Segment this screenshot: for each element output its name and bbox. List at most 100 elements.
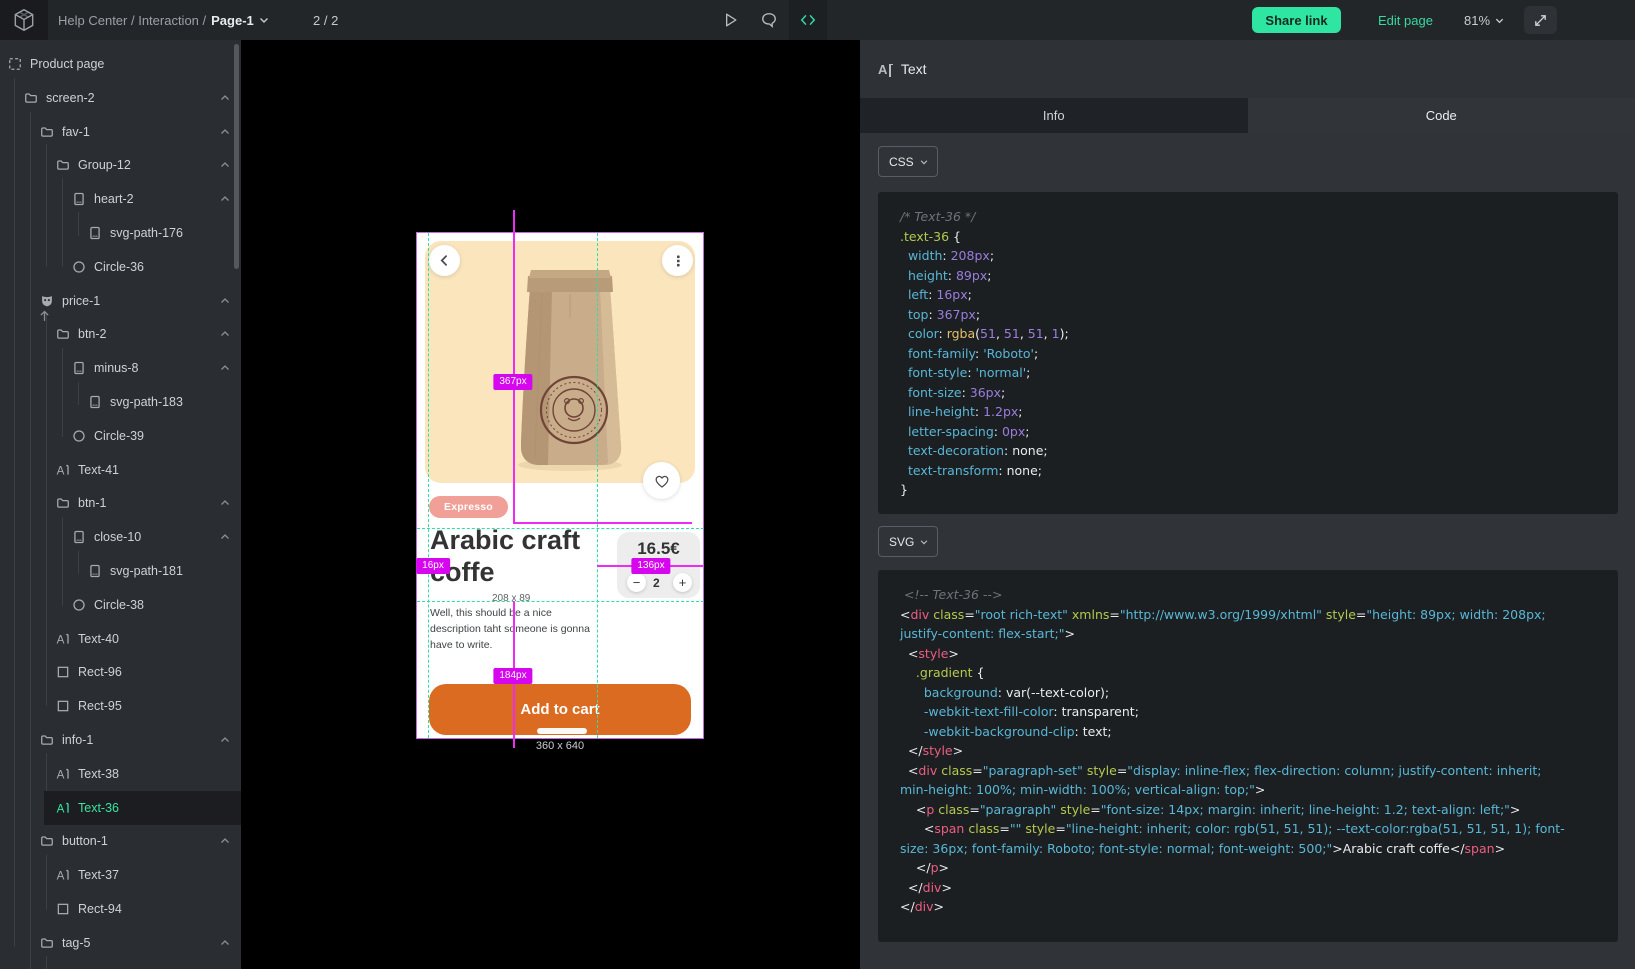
collapse-chevron-icon[interactable]: [219, 497, 231, 512]
teal-guide-horizontal-bottom: [417, 601, 704, 602]
layer-item-heart-2[interactable]: heart-2: [0, 185, 241, 213]
phone-frame[interactable]: Expresso Arabic craft coffe 208 x 89 Wel…: [417, 233, 703, 738]
text-icon: A: [56, 463, 70, 477]
share-link-button[interactable]: Share link: [1252, 7, 1341, 33]
layer-item-circle-36[interactable]: Circle-36: [0, 253, 241, 281]
layer-label: svg-path-181: [110, 564, 183, 578]
chevron-down-icon: [258, 14, 270, 26]
square-icon: [56, 699, 70, 713]
layer-item-circle-38[interactable]: Circle-38: [0, 591, 241, 619]
square-icon: [56, 902, 70, 916]
chevron-left-icon: [438, 254, 451, 267]
layer-label: Group-12: [78, 158, 131, 172]
svgfile-icon: [88, 226, 102, 240]
selected-row-highlight: [44, 791, 241, 825]
sidebar-scrollbar[interactable]: [234, 44, 239, 269]
layer-item-minus-8[interactable]: minus-8: [0, 354, 241, 382]
code-line: </style>: [900, 741, 1596, 761]
magenta-guide-vertical-upper: [513, 210, 515, 523]
layer-item-svg-path-176[interactable]: svg-path-176: [0, 219, 241, 247]
svg-format-dropdown[interactable]: SVG: [878, 526, 938, 557]
layer-label: svg-path-176: [110, 226, 183, 240]
collapse-chevron-icon[interactable]: [219, 193, 231, 208]
layer-label: Text-38: [78, 767, 119, 781]
code-mode-button[interactable]: [789, 0, 827, 40]
collapse-chevron-icon[interactable]: [219, 734, 231, 749]
comments-button[interactable]: [750, 0, 788, 40]
layer-item-svg-path-181[interactable]: svg-path-181: [0, 557, 241, 585]
favorite-button[interactable]: [643, 462, 680, 499]
collapse-chevron-icon[interactable]: [219, 126, 231, 141]
collapse-chevron-icon[interactable]: [219, 937, 231, 952]
collapse-chevron-icon[interactable]: [219, 835, 231, 850]
layer-item-btn-2[interactable]: btn-2: [0, 320, 241, 348]
mask-icon: [40, 294, 54, 308]
tab-info[interactable]: Info: [860, 98, 1248, 133]
svgfile-icon: [72, 361, 86, 375]
code-line: <!-- Text-36 -->: [900, 585, 1596, 605]
breadcrumb-page-name: Page-1: [211, 13, 254, 28]
folder-icon: [56, 327, 70, 341]
collapse-chevron-icon[interactable]: [219, 92, 231, 107]
play-button[interactable]: [711, 0, 749, 40]
code-line: </div>: [900, 878, 1596, 898]
text-icon: A: [56, 632, 70, 646]
kebab-menu-icon: [672, 254, 684, 268]
code-line: </p>: [900, 858, 1596, 878]
layer-label: Product page: [30, 57, 104, 71]
folder-icon: [40, 125, 54, 139]
quantity-decrease-button[interactable]: −: [627, 573, 646, 592]
layer-label: Rect-96: [78, 665, 122, 679]
layer-item-btn-1[interactable]: btn-1: [0, 489, 241, 517]
app-logo[interactable]: [0, 0, 48, 40]
layer-item-svg-path-183[interactable]: svg-path-183: [0, 388, 241, 416]
edit-page-link[interactable]: Edit page: [1378, 0, 1433, 40]
zoom-level-value: 81%: [1464, 13, 1490, 28]
layer-item-price-1[interactable]: price-1: [0, 287, 241, 315]
quantity-increase-button[interactable]: +: [673, 573, 692, 592]
css-code-block[interactable]: /* Text-36 */.text-36 { width: 208px; he…: [878, 192, 1618, 514]
collapse-chevron-icon[interactable]: [219, 531, 231, 546]
home-indicator: [537, 728, 587, 734]
svg-code-block[interactable]: <!-- Text-36 --><div class="root rich-te…: [878, 570, 1618, 942]
layer-item-text-40[interactable]: AText-40: [0, 625, 241, 653]
layer-item-product page[interactable]: Product page: [0, 50, 241, 78]
layer-item-text-37[interactable]: AText-37: [0, 861, 241, 889]
zoom-level-control[interactable]: 81%: [1464, 0, 1505, 40]
layer-item-button-1[interactable]: button-1: [0, 827, 241, 855]
tab-code[interactable]: Code: [1248, 98, 1635, 133]
layer-item-group-12[interactable]: Group-12: [0, 151, 241, 179]
layer-item-text-41[interactable]: AText-41: [0, 456, 241, 484]
layer-item-rect-96[interactable]: Rect-96: [0, 658, 241, 686]
text-icon: A: [56, 868, 70, 882]
layer-item-text-38[interactable]: AText-38: [0, 760, 241, 788]
layer-item-text-36[interactable]: AText-36: [0, 794, 241, 822]
layer-item-tag-5[interactable]: tag-5: [0, 929, 241, 957]
fullscreen-button[interactable]: [1524, 6, 1557, 34]
menu-button[interactable]: [662, 245, 693, 276]
measurement-label-367px: 367px: [493, 374, 532, 390]
design-canvas[interactable]: Expresso Arabic craft coffe 208 x 89 Wel…: [241, 40, 860, 969]
layer-item-info-1[interactable]: info-1: [0, 726, 241, 754]
layer-item-screen-2[interactable]: screen-2: [0, 84, 241, 112]
folder-icon: [24, 91, 38, 105]
collapse-chevron-icon[interactable]: [219, 328, 231, 343]
code-line: width: 208px;: [900, 246, 1596, 266]
collapse-chevron-icon[interactable]: [219, 295, 231, 310]
layer-item-rect-94[interactable]: Rect-94: [0, 895, 241, 923]
teal-guide-vertical-left: [428, 233, 429, 738]
product-image-area: [425, 241, 695, 483]
css-format-dropdown[interactable]: CSS: [878, 146, 938, 177]
layer-item-close-10[interactable]: close-10: [0, 523, 241, 551]
layer-item-rect-95[interactable]: Rect-95: [0, 692, 241, 720]
svgfile-icon: [88, 564, 102, 578]
code-line: <span class="" style="line-height: inher…: [900, 819, 1596, 839]
app-window: Help Center / Interaction / Page-1 2 / 2…: [0, 0, 1635, 969]
back-button[interactable]: [429, 245, 460, 276]
breadcrumb[interactable]: Help Center / Interaction / Page-1: [58, 0, 270, 40]
code-line: <div class="paragraph-set" style="displa…: [900, 761, 1596, 781]
collapse-chevron-icon[interactable]: [219, 362, 231, 377]
layer-item-circle-39[interactable]: Circle-39: [0, 422, 241, 450]
layer-item-fav-1[interactable]: fav-1: [0, 118, 241, 146]
collapse-chevron-icon[interactable]: [219, 159, 231, 174]
